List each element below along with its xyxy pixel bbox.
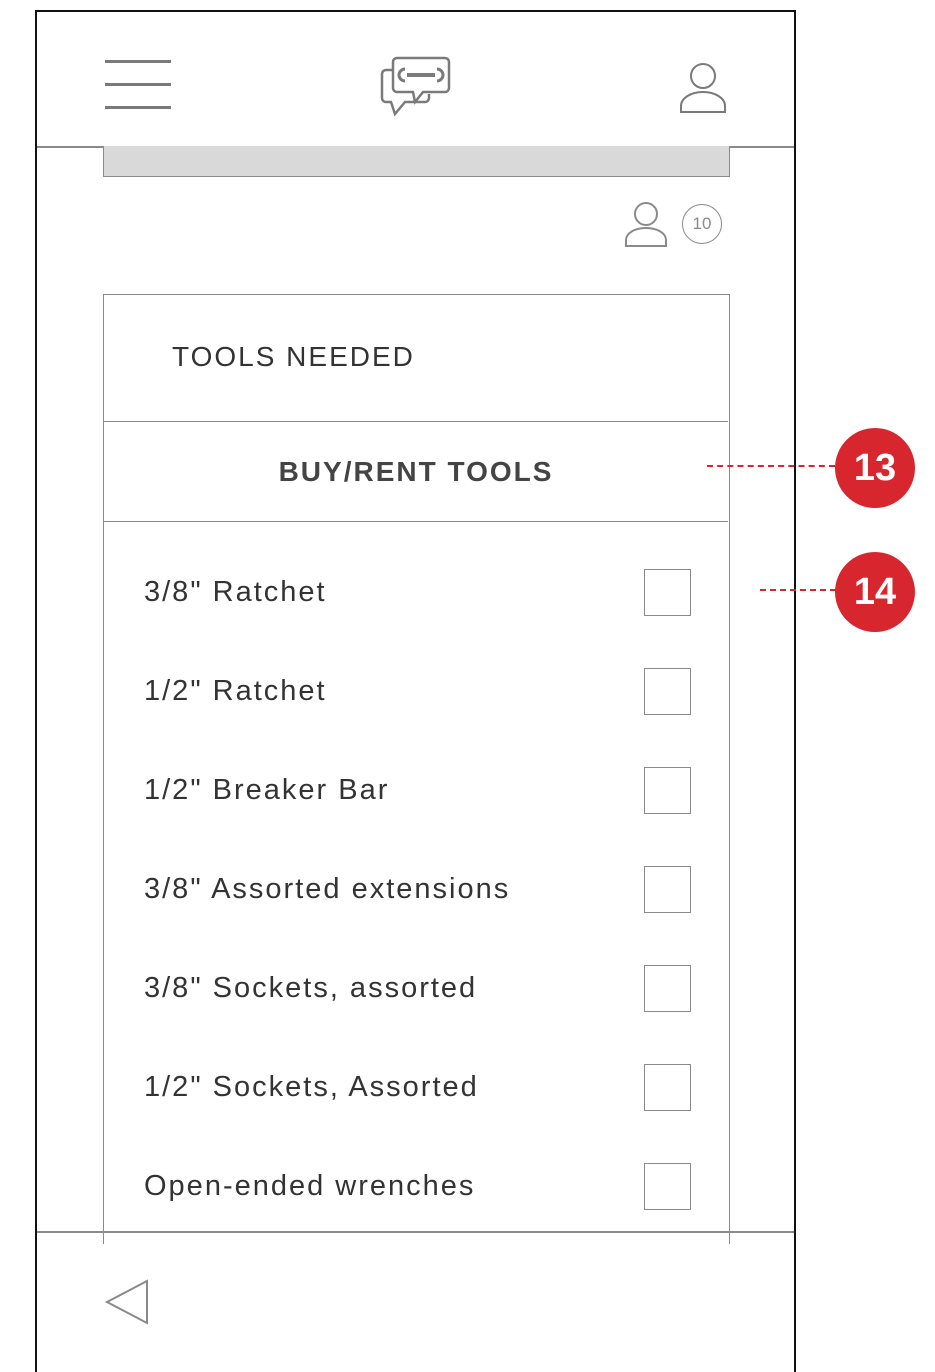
callout-line-14	[760, 589, 836, 591]
tool-checkbox[interactable]	[644, 965, 691, 1012]
callout-line-13	[707, 465, 835, 467]
participant-count-badge: 10	[682, 204, 722, 244]
chat-wrench-logo-icon[interactable]	[379, 54, 453, 120]
list-item: 1/2" Ratchet	[104, 663, 728, 723]
banner-placeholder	[103, 146, 730, 177]
tool-label: 1/2" Ratchet	[144, 675, 327, 707]
tool-checkbox[interactable]	[644, 767, 691, 814]
buy-rent-tools-label: BUY/RENT TOOLS	[278, 455, 554, 487]
user-profile-icon[interactable]	[677, 62, 729, 114]
tool-label: 3/8" Sockets, assorted	[144, 972, 478, 1004]
callout-badge-13: 13	[835, 428, 915, 508]
list-item: 1/2" Breaker Bar	[104, 762, 728, 822]
list-item: Open-ended wrenches	[104, 1158, 728, 1218]
list-item: 3/8" Sockets, assorted	[104, 960, 728, 1020]
tool-label: 3/8" Ratchet	[144, 576, 327, 608]
tool-checkbox[interactable]	[644, 1163, 691, 1210]
tools-needed-title: TOOLS NEEDED	[172, 341, 415, 372]
app-header	[37, 12, 794, 148]
tool-label: 3/8" Assorted extensions	[144, 873, 511, 905]
buy-rent-tools-button[interactable]: BUY/RENT TOOLS	[104, 422, 728, 522]
tool-label: Open-ended wrenches	[144, 1170, 476, 1202]
tools-panel: TOOLS NEEDED BUY/RENT TOOLS 3/8" Ratchet…	[103, 294, 730, 1244]
hamburger-menu-icon[interactable]	[105, 60, 171, 110]
list-item: 3/8" Assorted extensions	[104, 861, 728, 921]
tool-label: 1/2" Sockets, Assorted	[144, 1071, 479, 1103]
phone-frame: 10 TOOLS NEEDED BUY/RENT TOOLS 3/8" Ratc…	[35, 10, 796, 1372]
callout-badge-14: 14	[835, 552, 915, 632]
tool-label: 1/2" Breaker Bar	[144, 774, 390, 806]
footer-divider	[37, 1231, 794, 1233]
tool-checkbox[interactable]	[644, 668, 691, 715]
list-item: 1/2" Sockets, Assorted	[104, 1059, 728, 1119]
back-triangle-icon[interactable]	[103, 1277, 153, 1327]
tool-checkbox[interactable]	[644, 866, 691, 913]
tools-needed-header: TOOLS NEEDED	[104, 295, 728, 422]
tool-checkbox[interactable]	[644, 569, 691, 616]
tool-checkbox[interactable]	[644, 1064, 691, 1111]
list-item: 3/8" Ratchet	[104, 564, 728, 624]
user-icon	[625, 202, 667, 247]
